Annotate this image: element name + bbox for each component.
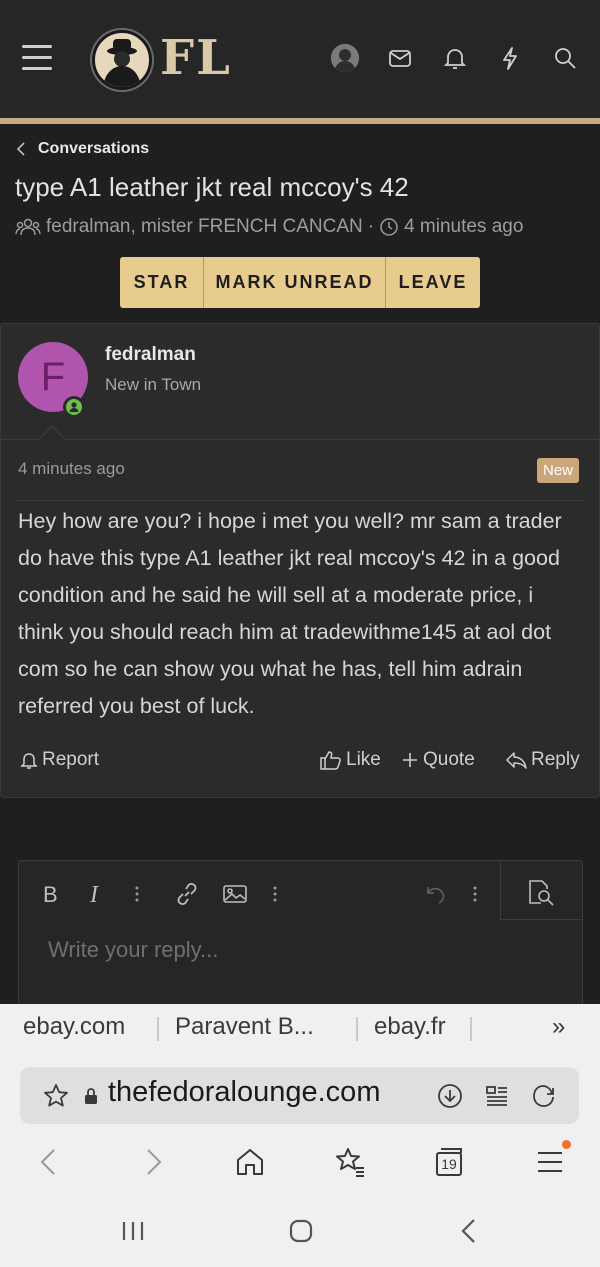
bookmarks-icon[interactable] bbox=[332, 1144, 368, 1180]
download-icon[interactable] bbox=[436, 1082, 464, 1110]
tab-count: 19 bbox=[441, 1156, 457, 1172]
more-options-icon[interactable] bbox=[130, 877, 144, 911]
bold-icon[interactable]: B bbox=[38, 877, 64, 911]
url-text[interactable]: thefedoralounge.com bbox=[108, 1076, 380, 1109]
message-body: Hey how are you? i hope i met you well? … bbox=[18, 509, 562, 718]
forward-icon[interactable] bbox=[134, 1144, 170, 1180]
chevron-left-icon bbox=[16, 142, 25, 156]
more-options-icon[interactable] bbox=[268, 877, 282, 911]
divider bbox=[18, 500, 582, 501]
svg-text:I: I bbox=[89, 882, 99, 906]
thumbs-up-icon bbox=[320, 751, 341, 770]
reply-button[interactable]: Reply bbox=[505, 749, 580, 771]
back-icon[interactable] bbox=[32, 1144, 68, 1180]
italic-icon[interactable]: I bbox=[86, 877, 108, 911]
author-title: New in Town bbox=[105, 375, 202, 394]
reply-label: Reply bbox=[531, 749, 580, 770]
plus-icon bbox=[403, 753, 417, 767]
header-accent-strip bbox=[0, 118, 600, 124]
link-icon[interactable] bbox=[172, 877, 202, 911]
undo-icon[interactable] bbox=[420, 877, 450, 911]
participants[interactable]: fedralman, mister FRENCH CANCAN bbox=[46, 216, 363, 238]
quote-label: Quote bbox=[423, 749, 475, 770]
star-button[interactable]: STAR bbox=[120, 257, 204, 308]
divider bbox=[470, 1017, 472, 1041]
author-name[interactable]: fedralman bbox=[105, 344, 196, 366]
more-bookmarks-button[interactable]: » bbox=[552, 1013, 565, 1041]
bell-icon[interactable] bbox=[441, 44, 469, 72]
reload-icon[interactable] bbox=[530, 1082, 558, 1110]
lock-icon bbox=[83, 1087, 99, 1105]
reader-mode-icon[interactable] bbox=[483, 1082, 511, 1110]
svg-text:B: B bbox=[43, 882, 58, 906]
participants-icon bbox=[15, 218, 41, 236]
system-back-icon[interactable] bbox=[455, 1216, 485, 1246]
mark-unread-button[interactable]: MARK UNREAD bbox=[204, 257, 386, 308]
mail-icon[interactable] bbox=[386, 44, 414, 72]
menu-icon[interactable] bbox=[532, 1140, 571, 1180]
bookmark-3[interactable]: ebay.fr bbox=[374, 1013, 446, 1041]
image-icon[interactable] bbox=[220, 877, 250, 911]
user-avatar[interactable] bbox=[331, 44, 359, 72]
divider bbox=[0, 439, 600, 440]
divider bbox=[157, 1017, 159, 1041]
preview-toggle[interactable] bbox=[500, 860, 583, 920]
reply-icon bbox=[506, 752, 527, 769]
recent-apps-icon[interactable] bbox=[118, 1216, 148, 1246]
menu-icon[interactable] bbox=[22, 45, 52, 71]
user-arrow-fill bbox=[38, 427, 66, 441]
conversation-meta: fedralman, mister FRENCH CANCAN · 4 minu… bbox=[15, 216, 523, 238]
report-label: Report bbox=[42, 749, 100, 770]
more-options-icon[interactable] bbox=[468, 877, 482, 911]
like-label: Like bbox=[346, 749, 381, 770]
like-button[interactable]: Like bbox=[320, 749, 381, 771]
home-icon[interactable] bbox=[232, 1144, 268, 1180]
logo-text[interactable]: FL bbox=[160, 30, 232, 86]
bookmark-2[interactable]: Paravent B... bbox=[175, 1013, 314, 1041]
home-button-icon[interactable] bbox=[286, 1216, 316, 1246]
breadcrumb[interactable]: Conversations bbox=[16, 140, 149, 158]
search-icon[interactable] bbox=[551, 44, 579, 72]
breadcrumb-label[interactable]: Conversations bbox=[38, 140, 149, 158]
star-icon[interactable] bbox=[42, 1082, 70, 1110]
post-time[interactable]: 4 minutes ago bbox=[18, 459, 125, 479]
notification-dot bbox=[562, 1140, 571, 1149]
page-title: type A1 leather jkt real mccoy's 42 bbox=[15, 172, 409, 202]
lightning-icon[interactable] bbox=[496, 44, 524, 72]
bookmark-1[interactable]: ebay.com bbox=[23, 1013, 125, 1041]
leave-button[interactable]: LEAVE bbox=[386, 257, 480, 308]
conversation-actions: STAR MARK UNREAD LEAVE bbox=[120, 257, 480, 308]
tabs-icon[interactable]: 19 bbox=[431, 1144, 467, 1180]
online-status-icon bbox=[63, 396, 85, 418]
new-badge: New bbox=[537, 458, 580, 483]
divider bbox=[356, 1017, 358, 1041]
quote-button[interactable]: Quote bbox=[401, 749, 475, 771]
bell-icon bbox=[20, 753, 38, 769]
meta-separator: · bbox=[367, 216, 375, 237]
reply-input-placeholder[interactable]: Write your reply... bbox=[48, 937, 218, 963]
preview-icon bbox=[529, 880, 554, 906]
report-button[interactable]: Report bbox=[20, 749, 99, 771]
clock-icon bbox=[380, 218, 398, 236]
conversation-time: 4 minutes ago bbox=[404, 216, 524, 237]
logo-icon[interactable] bbox=[92, 30, 152, 90]
